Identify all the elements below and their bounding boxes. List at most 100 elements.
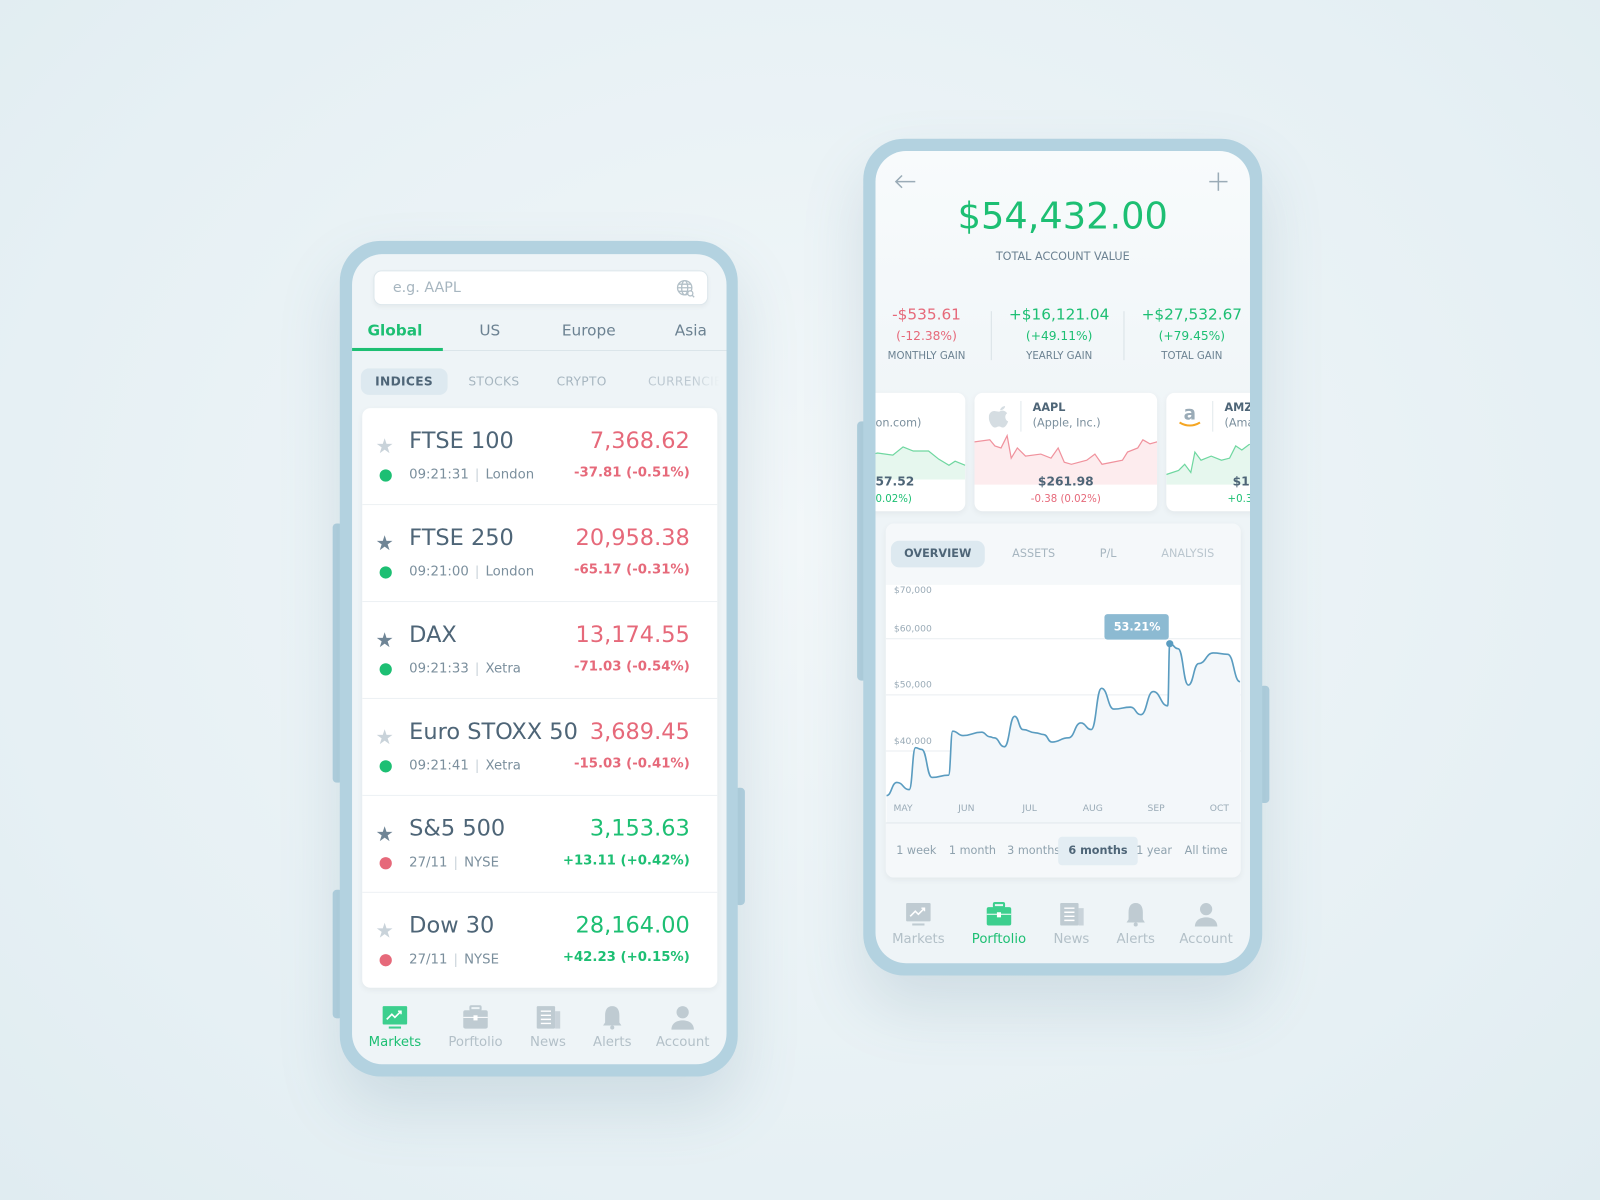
tab-analysis[interactable]: ANALYSIS (1148, 541, 1227, 568)
nav-markets[interactable]: Markets (883, 902, 954, 947)
index-price: 3,153.63 (589, 816, 690, 842)
index-price: 28,164.00 (575, 913, 690, 939)
tooltip-marker[interactable] (1166, 640, 1174, 648)
tab-pl[interactable]: P/L (1086, 541, 1129, 568)
search-field[interactable] (373, 270, 709, 306)
gain-label: MONTHLY GAIN (887, 351, 966, 363)
x-tick-label: AUG (1083, 803, 1103, 814)
index-row[interactable]: ★ Euro STOXX 50 3,689.45 09:21:41 | Xetra -15.… (362, 699, 718, 796)
chart-monitor-icon (382, 1006, 408, 1029)
index-row[interactable]: ★ FTSE 100 7,368.62 09:21:31 | London -37.81 (… (362, 408, 718, 506)
globe-search-icon[interactable] (676, 279, 696, 299)
holding-company: on.com) (875, 416, 922, 430)
x-tick-label: MAY (894, 803, 913, 814)
nav-label: Markets (368, 1034, 422, 1050)
nav-account[interactable]: Account (1170, 902, 1241, 947)
index-row[interactable]: ★ Dow 30 28,164.00 27/11 | NYSE +42.23 (+0.15%… (362, 893, 717, 988)
market-status-dot (379, 469, 392, 482)
nav-markets[interactable]: Markets (359, 1005, 430, 1050)
tab-overview[interactable]: OVERVIEW (890, 540, 985, 568)
divider (885, 822, 1241, 824)
index-change: -71.03 (-0.54%) (574, 659, 690, 675)
tab-europe[interactable]: Europe (562, 321, 616, 339)
favorite-star-icon[interactable]: ★ (376, 821, 394, 845)
index-time: 27/11 (409, 952, 448, 968)
holding-card[interactable]: on.com) 57.52 0.02%) (875, 392, 966, 512)
separator: | (474, 661, 480, 677)
index-meta: 27/11 | NYSE (409, 952, 499, 967)
index-change: +42.23 (+0.15%) (562, 949, 690, 966)
nav-label: News (530, 1034, 566, 1050)
chip-stocks[interactable]: STOCKS (454, 368, 534, 395)
active-tab-indicator (352, 347, 443, 352)
index-price: 13,174.55 (575, 622, 690, 648)
index-change: -15.03 (-0.41%) (574, 756, 690, 772)
y-tick-label: $40,000 (894, 736, 932, 747)
market-status-dot (379, 954, 392, 967)
gain-value: -$535.61 (892, 305, 961, 324)
gain-value: +$27,532.67 (1141, 305, 1243, 324)
gain-value: +$16,121.04 (1008, 305, 1110, 324)
x-tick-label: JUL (1021, 803, 1037, 814)
nav-news[interactable]: News (512, 1005, 583, 1050)
portfolio-value-chart[interactable]: $40,000 $50,000 $60,000 $70,000 MAY JUN JUL AUG… (885, 584, 1241, 824)
index-time: 09:21:00 (409, 564, 469, 580)
nav-alerts[interactable]: Alerts (1100, 902, 1171, 947)
market-status-dot (379, 663, 392, 676)
search-input[interactable] (392, 271, 669, 305)
holding-ticker: AAPL (1032, 401, 1066, 415)
holding-card-aapl[interactable]: AAPL (Apple, Inc.) $261.98 -0.38 (0.02%) (974, 392, 1158, 512)
separator: | (453, 952, 459, 968)
favorite-star-icon[interactable]: ★ (376, 531, 394, 555)
gain-total-gain: +$27,532.67 (+79.45%) TOTAL GAIN (1126, 305, 1250, 362)
index-exchange: NYSE (464, 952, 499, 968)
gain-percent: (-12.38%) (896, 328, 957, 343)
market-status-dot (379, 566, 392, 579)
tab-assets[interactable]: ASSETS (999, 541, 1069, 568)
separator: | (474, 467, 480, 483)
total-account-label: TOTAL ACCOUNT VALUE (995, 249, 1130, 264)
range-1-week[interactable]: 1 week (886, 837, 947, 866)
favorite-star-icon[interactable]: ★ (376, 724, 394, 748)
x-tick-label: SEP (1148, 803, 1166, 814)
favorite-star-icon[interactable]: ★ (376, 628, 394, 652)
nav-news[interactable]: News (1036, 902, 1107, 947)
user-icon (671, 1006, 694, 1030)
briefcase-icon (986, 902, 1012, 926)
nav-porftolio[interactable]: Porftolio (440, 1005, 511, 1050)
gain-yearly-gain: +$16,121.04 (+49.11%) YEARLY GAIN (993, 305, 1126, 362)
tab-asia[interactable]: Asia (675, 321, 707, 339)
index-row[interactable]: ★ S&5 500 3,153.63 27/11 | NYSE +13.11 (+0.42%… (362, 796, 718, 893)
holding-card-amzn[interactable]: a AMZN (Ama $1, +0.38 (1166, 392, 1250, 512)
chip-indices[interactable]: INDICES (360, 368, 448, 395)
nav-alerts[interactable]: Alerts (577, 1005, 648, 1050)
tab-us[interactable]: US (479, 321, 500, 339)
index-row[interactable]: ★ FTSE 250 20,958.38 09:21:00 | London -65.17 … (362, 505, 718, 603)
index-meta: 09:21:41 | Xetra (409, 758, 521, 773)
index-meta: 09:21:31 | London (409, 467, 534, 482)
index-name: Euro STOXX 50 (409, 719, 578, 745)
market-status-dot (379, 760, 392, 773)
tab-global[interactable]: Global (367, 321, 422, 339)
portfolio-chart-panel: OVERVIEW ASSETS P/L ANALYSIS $40,000 $50,000… (885, 523, 1241, 878)
index-exchange: London (485, 467, 535, 483)
holding-price: 57.52 (875, 474, 915, 489)
nav-account[interactable]: Account (647, 1005, 718, 1050)
range-all-time[interactable]: All time (1174, 837, 1237, 866)
index-row[interactable]: ★ DAX 13,174.55 09:21:33 | Xetra -71.03 (-0.54… (362, 602, 718, 699)
plus-icon[interactable] (1209, 172, 1228, 191)
back-arrow-icon[interactable] (894, 173, 916, 189)
nav-porftolio[interactable]: Porftolio (963, 902, 1034, 947)
index-name: Dow 30 (409, 913, 495, 939)
index-exchange: NYSE (464, 855, 499, 871)
holding-price: $261.98 (1037, 474, 1094, 489)
nav-label: News (1053, 931, 1090, 947)
holding-change: 0.02%) (875, 493, 912, 506)
favorite-star-icon[interactable]: ★ (376, 918, 394, 942)
total-account-value: $54,432.00 (957, 195, 1168, 238)
bell-icon (1126, 903, 1145, 927)
favorite-star-icon[interactable]: ★ (376, 434, 394, 458)
gain-monthly-gain: -$535.61 (-12.38%) MONTHLY GAIN (876, 305, 993, 362)
chip-currencies[interactable]: CURRENCIES (648, 368, 719, 395)
chip-crypto[interactable]: CRYPTO (542, 368, 621, 395)
